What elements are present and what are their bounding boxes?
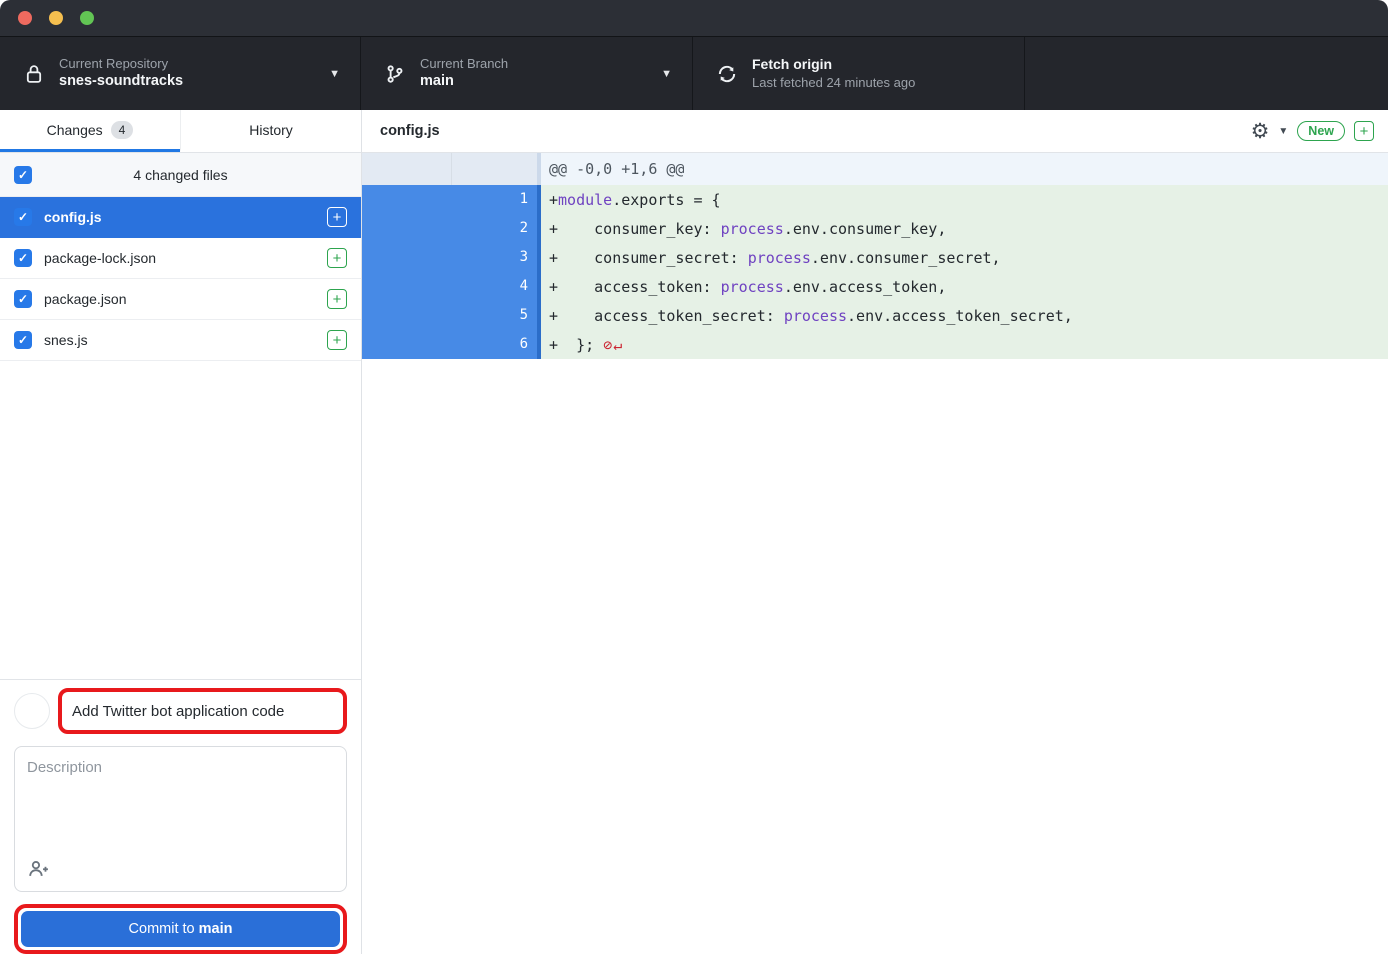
- diff-file-name: config.js: [380, 123, 440, 139]
- diff-pane: config.js ⚙ ▼ New + @@ -0,0 +1,6 @@ 1 +m…: [362, 110, 1388, 954]
- file-name: package.json: [44, 291, 315, 307]
- branch-name: main: [420, 72, 508, 92]
- diff-line-row: 5 + access_token_secret: process.env.acc…: [362, 301, 1388, 330]
- diff-line-row: 6 + }; ⊘↵: [362, 330, 1388, 359]
- changed-files-summary-row: ✓ 4 changed files: [0, 153, 361, 197]
- lock-icon: [22, 63, 46, 85]
- commit-description-box: [14, 746, 347, 892]
- line-number: 2: [452, 214, 537, 243]
- annotation-highlight-summary: [58, 688, 347, 734]
- line-number: 5: [452, 301, 537, 330]
- commit-button[interactable]: Commit to main: [21, 911, 340, 947]
- plus-square-icon[interactable]: +: [327, 207, 347, 227]
- line-gutter[interactable]: 4: [362, 272, 541, 301]
- commit-button-branch: main: [199, 921, 233, 937]
- branch-switcher[interactable]: Current Branch main ▼: [361, 37, 693, 110]
- user-avatar: [14, 693, 50, 729]
- line-gutter[interactable]: 1: [362, 185, 541, 214]
- tab-changes[interactable]: Changes 4: [0, 110, 180, 152]
- file-checkbox[interactable]: ✓: [14, 290, 32, 308]
- commit-description-textarea[interactable]: [15, 747, 346, 847]
- fetch-origin-button[interactable]: Fetch origin Last fetched 24 minutes ago: [693, 37, 1025, 110]
- file-row-config-js[interactable]: ✓ config.js +: [0, 197, 361, 238]
- diff-code-line: + consumer_secret: process.env.consumer_…: [541, 243, 1388, 272]
- select-all-checkbox[interactable]: ✓: [14, 166, 32, 184]
- file-row-snes-js[interactable]: ✓ snes.js +: [0, 320, 361, 361]
- repository-label: Current Repository: [59, 55, 183, 73]
- hunk-header-row: @@ -0,0 +1,6 @@: [362, 153, 1388, 185]
- branch-label: Current Branch: [420, 55, 508, 73]
- file-row-package-lock-json[interactable]: ✓ package-lock.json +: [0, 238, 361, 279]
- diff-line-row: 2 + consumer_key: process.env.consumer_k…: [362, 214, 1388, 243]
- diff-code-line: + access_token_secret: process.env.acces…: [541, 301, 1388, 330]
- chevron-down-icon[interactable]: ▼: [1278, 126, 1288, 137]
- diff-code-line: + access_token: process.env.access_token…: [541, 272, 1388, 301]
- sync-icon: [715, 63, 739, 85]
- zoom-button[interactable]: [80, 11, 94, 25]
- commit-form: Commit to main: [0, 679, 361, 954]
- chevron-down-icon: ▼: [329, 68, 340, 80]
- line-number: 1: [452, 185, 537, 214]
- file-checkbox[interactable]: ✓: [14, 331, 32, 349]
- changes-sidebar: Changes 4 History ✓ 4 changed files ✓ co…: [0, 110, 362, 954]
- file-checkbox[interactable]: ✓: [14, 208, 32, 226]
- tab-changes-label: Changes: [47, 122, 103, 138]
- diff-code-line: + }; ⊘↵: [541, 330, 1388, 359]
- changes-count-badge: 4: [111, 121, 134, 139]
- line-gutter[interactable]: 6: [362, 330, 541, 359]
- diff-line-row: 4 + access_token: process.env.access_tok…: [362, 272, 1388, 301]
- line-number: 4: [452, 272, 537, 301]
- hunk-header-text: @@ -0,0 +1,6 @@: [541, 153, 1388, 185]
- window-titlebar: [0, 0, 1388, 37]
- line-gutter[interactable]: 3: [362, 243, 541, 272]
- file-checkbox[interactable]: ✓: [14, 249, 32, 267]
- changed-files-summary: 4 changed files: [0, 167, 361, 183]
- fetch-title: Fetch origin: [752, 55, 915, 74]
- fetch-subtitle: Last fetched 24 minutes ago: [752, 74, 915, 92]
- add-coauthor-icon[interactable]: [28, 859, 50, 879]
- close-button[interactable]: [18, 11, 32, 25]
- sidebar-tabs: Changes 4 History: [0, 110, 361, 153]
- minimize-button[interactable]: [49, 11, 63, 25]
- file-row-package-json[interactable]: ✓ package.json +: [0, 279, 361, 320]
- expand-plus-icon[interactable]: +: [1354, 121, 1374, 141]
- line-number: 3: [452, 243, 537, 272]
- file-name: package-lock.json: [44, 250, 315, 266]
- plus-square-icon[interactable]: +: [327, 248, 347, 268]
- diff-code-line: + consumer_key: process.env.consumer_key…: [541, 214, 1388, 243]
- plus-square-icon[interactable]: +: [327, 289, 347, 309]
- diff-line-row: 3 + consumer_secret: process.env.consume…: [362, 243, 1388, 272]
- toolbar-empty-space: [1025, 37, 1388, 110]
- gear-icon[interactable]: ⚙: [1251, 121, 1270, 142]
- no-newline-icon: ⊘↵: [603, 336, 623, 354]
- file-name: config.js: [44, 209, 315, 225]
- tab-history[interactable]: History: [180, 110, 361, 152]
- diff-line-row: 1 +module.exports = {: [362, 185, 1388, 214]
- commit-button-prefix: Commit to: [129, 921, 199, 937]
- plus-square-icon[interactable]: +: [327, 330, 347, 350]
- repository-switcher[interactable]: Current Repository snes-soundtracks ▼: [0, 37, 361, 110]
- repository-name: snes-soundtracks: [59, 72, 183, 92]
- annotation-highlight-commit: Commit to main: [14, 904, 347, 954]
- git-branch-icon: [383, 63, 407, 85]
- tab-history-label: History: [249, 122, 293, 138]
- new-file-badge: New: [1297, 121, 1345, 141]
- main-toolbar: Current Repository snes-soundtracks ▼ Cu…: [0, 37, 1388, 110]
- diff-view: @@ -0,0 +1,6 @@ 1 +module.exports = { 2 …: [362, 153, 1388, 954]
- sidebar-empty-area: [0, 361, 361, 679]
- hunk-gutter[interactable]: [362, 153, 541, 185]
- chevron-down-icon: ▼: [661, 68, 672, 80]
- diff-code-line: +module.exports = {: [541, 185, 1388, 214]
- diff-file-header: config.js ⚙ ▼ New +: [362, 110, 1388, 153]
- line-gutter[interactable]: 5: [362, 301, 541, 330]
- line-gutter[interactable]: 2: [362, 214, 541, 243]
- app-window: Current Repository snes-soundtracks ▼ Cu…: [0, 0, 1388, 954]
- commit-summary-input[interactable]: [72, 703, 333, 720]
- line-number: 6: [452, 330, 537, 359]
- file-name: snes.js: [44, 332, 315, 348]
